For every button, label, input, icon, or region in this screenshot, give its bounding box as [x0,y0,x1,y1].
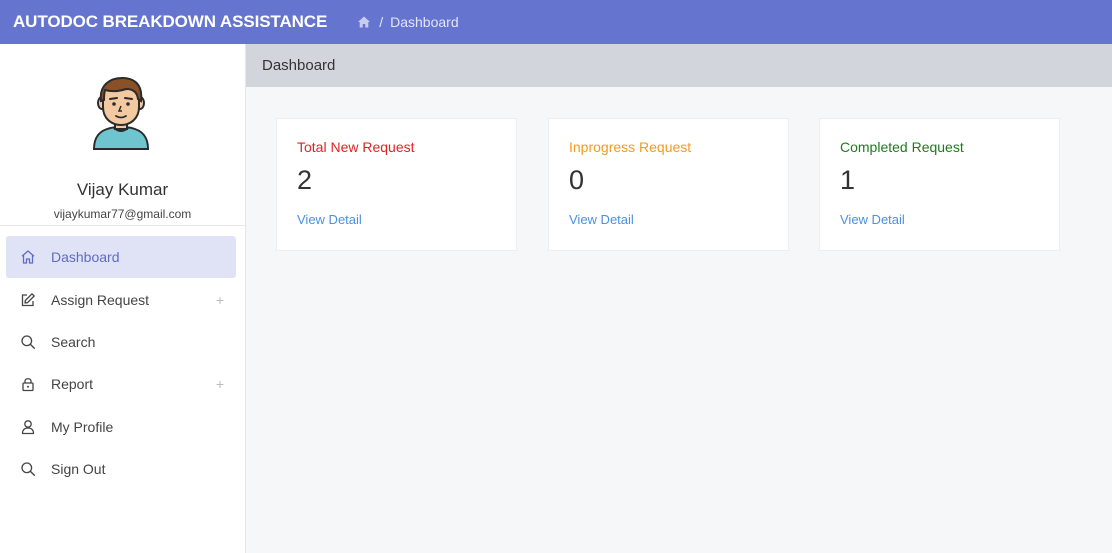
completed-request-card: Completed Request 1 View Detail [819,118,1060,251]
sidebar-item-label: Report [51,376,94,393]
sidebar-divider [0,225,245,226]
home-icon[interactable] [357,15,371,29]
app-title[interactable]: AUTODOC BREAKDOWN ASSISTANCE [0,12,327,32]
breadcrumb-separator: / [379,14,384,30]
avatar [90,76,152,151]
sidebar-item-sign-out[interactable]: Sign Out [6,448,236,490]
card-title: Completed Request [840,139,964,155]
search-icon [20,461,36,477]
lock-icon [20,376,36,392]
sidebar: Vijay Kumar vijaykumar77@gmail.com Dashb… [0,44,246,553]
user-icon [20,419,36,435]
sidebar-item-label: My Profile [51,418,114,435]
card-value: 0 [569,165,585,195]
view-detail-link[interactable]: View Detail [569,212,634,227]
search-icon [20,334,36,350]
sidebar-item-label: Sign Out [51,461,106,478]
sidebar-item-label: Assign Request [51,291,150,308]
total-new-request-card: Total New Request 2 View Detail [276,118,517,251]
expand-icon[interactable]: + [216,292,224,308]
sidebar-item-label: Dashboard [51,249,120,266]
home-icon [20,249,36,265]
sidebar-item-report[interactable]: Report + [6,363,236,405]
inprogress-request-card: Inprogress Request 0 View Detail [548,118,789,251]
expand-icon[interactable]: + [216,376,224,392]
top-navbar: AUTODOC BREAKDOWN ASSISTANCE / Dashboard [0,0,1112,44]
sidebar-item-assign-request[interactable]: Assign Request + [6,278,236,320]
view-detail-link[interactable]: View Detail [840,212,905,227]
user-email: vijaykumar77@gmail.com [53,207,192,221]
user-name: Vijay Kumar [76,180,169,199]
card-title: Inprogress Request [569,139,692,155]
card-value: 1 [840,165,856,195]
page-title: Dashboard [246,44,1112,87]
view-detail-link[interactable]: View Detail [297,212,362,227]
sidebar-item-my-profile[interactable]: My Profile [6,406,236,448]
breadcrumb: / Dashboard [357,14,459,30]
edit-icon [20,292,36,308]
card-value: 2 [297,165,313,195]
sidebar-nav: Dashboard Assign Request + Search Report… [6,236,236,490]
sidebar-item-dashboard[interactable]: Dashboard [6,236,236,279]
sidebar-item-label: Search [51,333,96,350]
card-title: Total New Request [297,139,415,155]
breadcrumb-current: Dashboard [390,14,459,30]
sidebar-item-search[interactable]: Search [6,321,236,363]
